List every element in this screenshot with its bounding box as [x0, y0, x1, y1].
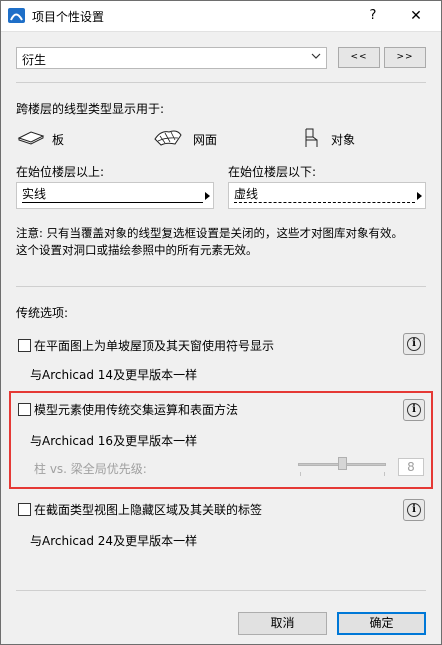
object-chair-icon: [305, 128, 318, 147]
arrow-right-icon: [205, 192, 210, 200]
slab-label: 板: [52, 133, 65, 147]
priority-value-field[interactable]: 8: [398, 458, 424, 476]
below-line-type-value: 虚线: [234, 187, 259, 201]
info-icon: i: [407, 403, 421, 417]
mesh-label: 网面: [193, 133, 218, 147]
help-button[interactable]: ?: [363, 5, 383, 27]
next-profile-button[interactable]: >>: [384, 47, 426, 68]
info-button[interactable]: i: [403, 333, 425, 355]
above-line-type-select[interactable]: 实线: [16, 182, 214, 209]
profile-select[interactable]: 衍生: [16, 47, 327, 69]
priority-slider-tick: [384, 472, 385, 476]
arrow-right-icon: [417, 192, 422, 200]
info-icon: i: [407, 503, 421, 517]
column-beam-priority-label: 柱 vs. 梁全局优先级:: [34, 462, 147, 476]
profile-select-value: 衍生: [22, 53, 47, 67]
chevron-down-icon: [311, 53, 321, 59]
separator: [16, 286, 426, 287]
above-story-label: 在始位楼层以上:: [16, 165, 105, 179]
dashed-line-preview: [234, 202, 415, 203]
slab-icon: [17, 131, 45, 145]
below-line-type-select[interactable]: 虚线: [228, 182, 426, 209]
roof-symbol-checkbox[interactable]: [18, 339, 31, 352]
roof-symbol-label: 在平面图上为单坡屋顶及其天窗使用符号显示: [34, 339, 275, 353]
legacy-intersection-sub: 与Archicad 16及更早版本一样: [30, 434, 198, 448]
title-bar: 项目个性设置 ? ✕: [1, 1, 441, 31]
info-icon: i: [407, 337, 421, 351]
below-story-label: 在始位楼层以下:: [228, 165, 317, 179]
hide-zones-sub: 与Archicad 24及更早版本一样: [30, 534, 198, 548]
mesh-icon: [154, 130, 182, 146]
separator: [16, 590, 426, 591]
close-button[interactable]: ✕: [405, 5, 427, 27]
solid-line-preview: [22, 202, 203, 203]
legacy-intersection-checkbox[interactable]: [18, 403, 31, 416]
above-line-type-value: 实线: [22, 187, 47, 201]
archicad-app-icon: [8, 8, 25, 23]
line-type-heading: 跨楼层的线型类型显示用于:: [16, 102, 165, 116]
previous-profile-button[interactable]: <<: [338, 47, 380, 68]
roof-symbol-sub: 与Archicad 14及更早版本一样: [30, 368, 198, 382]
legacy-intersection-label: 模型元素使用传统交集运算和表面方法: [34, 403, 239, 417]
priority-slider-thumb[interactable]: [337, 457, 347, 470]
ok-button[interactable]: 确定: [337, 612, 426, 635]
hide-zones-label: 在截面类型视图上隐藏区域及其关联的标签: [34, 503, 263, 517]
priority-slider-tick: [300, 472, 301, 476]
legacy-options-heading: 传统选项:: [16, 306, 69, 320]
dialog-body: 衍生 << >> 跨楼层的线型类型显示用于: 板 网面 对象 在始位楼层以上: …: [1, 31, 441, 644]
object-label: 对象: [331, 133, 356, 147]
note-line-1: 注意: 只有当覆盖对象的线型复选框设置是关闭的，这些才对图库对象有效。: [16, 226, 404, 240]
cancel-button[interactable]: 取消: [238, 612, 327, 635]
info-button[interactable]: i: [403, 499, 425, 521]
info-button[interactable]: i: [403, 399, 425, 421]
separator: [16, 82, 426, 83]
project-preferences-dialog: 项目个性设置 ? ✕ 衍生 << >> 跨楼层的线型类型显示用于: 板 网面 对…: [0, 0, 442, 645]
note-line-2: 这个设置对洞口或描绘参照中的所有元素无效。: [16, 243, 258, 257]
window-title: 项目个性设置: [32, 10, 105, 24]
hide-zones-checkbox[interactable]: [18, 503, 31, 516]
